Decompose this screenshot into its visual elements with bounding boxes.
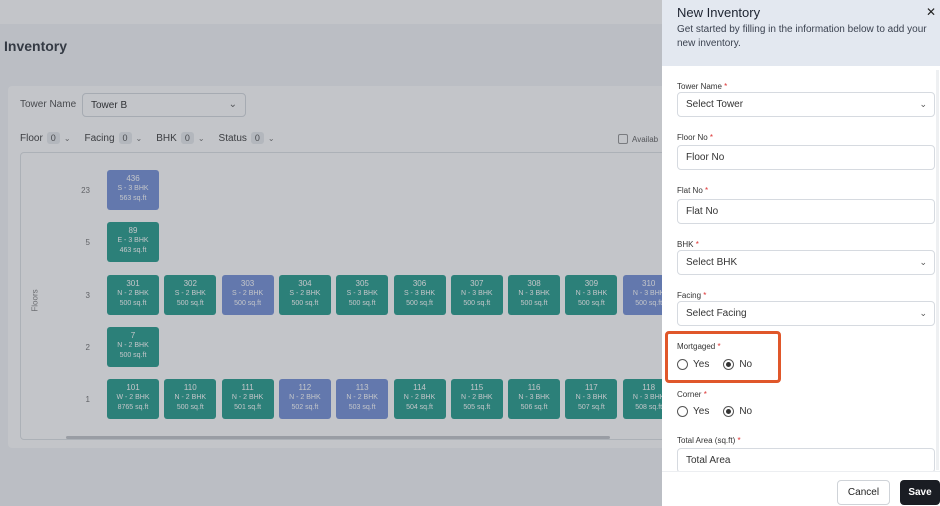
- bhk-label: BHK *: [677, 240, 699, 249]
- label-text: Tower Name: [677, 82, 722, 91]
- panel-scrollbar[interactable]: [936, 70, 939, 470]
- required-mark: *: [709, 133, 714, 142]
- tower-select-field[interactable]: Select Tower ⌄: [677, 92, 935, 117]
- required-mark: *: [703, 390, 707, 399]
- required-mark: *: [737, 436, 741, 445]
- flat-no-label: Flat No *: [677, 186, 708, 195]
- option-label: Yes: [693, 406, 710, 417]
- chevron-down-icon: ⌄: [919, 99, 927, 109]
- chevron-down-icon: ⌄: [919, 308, 927, 318]
- modal-overlay[interactable]: [0, 0, 662, 506]
- total-area-placeholder: Total Area: [686, 455, 731, 466]
- flat-no-placeholder: Flat No: [686, 206, 719, 217]
- tower-name-label: Tower Name *: [677, 82, 727, 91]
- corner-no-option[interactable]: No: [723, 406, 752, 417]
- bhk-select-placeholder: Select BHK: [686, 257, 738, 268]
- panel-header: New Inventory Get started by filling in …: [662, 0, 940, 66]
- label-text: Floor No: [677, 133, 708, 142]
- required-mark: *: [724, 82, 728, 91]
- cancel-button[interactable]: Cancel: [837, 480, 890, 505]
- required-mark: *: [703, 291, 707, 300]
- radio-button-selected[interactable]: [723, 406, 735, 417]
- save-button[interactable]: Save: [900, 480, 940, 505]
- tower-select-placeholder: Select Tower: [686, 99, 744, 110]
- radio-button[interactable]: [677, 406, 688, 417]
- floor-no-label: Floor No *: [677, 133, 713, 142]
- panel-footer: [662, 471, 940, 506]
- corner-radio-group: Yes No: [677, 406, 766, 417]
- label-text: Total Area (sq.ft): [677, 436, 736, 445]
- panel-title: New Inventory: [677, 5, 761, 20]
- chevron-down-icon: ⌄: [919, 257, 927, 267]
- bhk-select-field[interactable]: Select BHK ⌄: [677, 250, 935, 275]
- corner-label: Corner *: [677, 390, 707, 399]
- close-icon[interactable]: ✕: [926, 5, 936, 19]
- required-mark: *: [705, 186, 709, 195]
- corner-yes-option[interactable]: Yes: [677, 406, 709, 417]
- option-label: No: [739, 406, 753, 417]
- required-mark: *: [695, 240, 699, 249]
- new-inventory-panel: New Inventory Get started by filling in …: [662, 0, 940, 506]
- label-text: BHK: [677, 240, 694, 249]
- facing-select-field[interactable]: Select Facing ⌄: [677, 301, 935, 326]
- total-area-label: Total Area (sq.ft) *: [677, 436, 741, 445]
- mortgaged-highlight-box: [665, 331, 781, 383]
- label-text: Facing: [677, 291, 702, 300]
- label-text: Flat No: [677, 186, 703, 195]
- flat-no-input[interactable]: Flat No: [677, 199, 935, 224]
- label-text: Corner: [677, 390, 702, 399]
- panel-subtitle: Get started by filling in the informatio…: [677, 24, 927, 49]
- total-area-input[interactable]: Total Area: [677, 448, 935, 473]
- floor-no-input[interactable]: Floor No: [677, 145, 935, 170]
- floor-no-placeholder: Floor No: [686, 152, 725, 163]
- facing-label: Facing *: [677, 291, 706, 300]
- facing-select-placeholder: Select Facing: [686, 308, 747, 319]
